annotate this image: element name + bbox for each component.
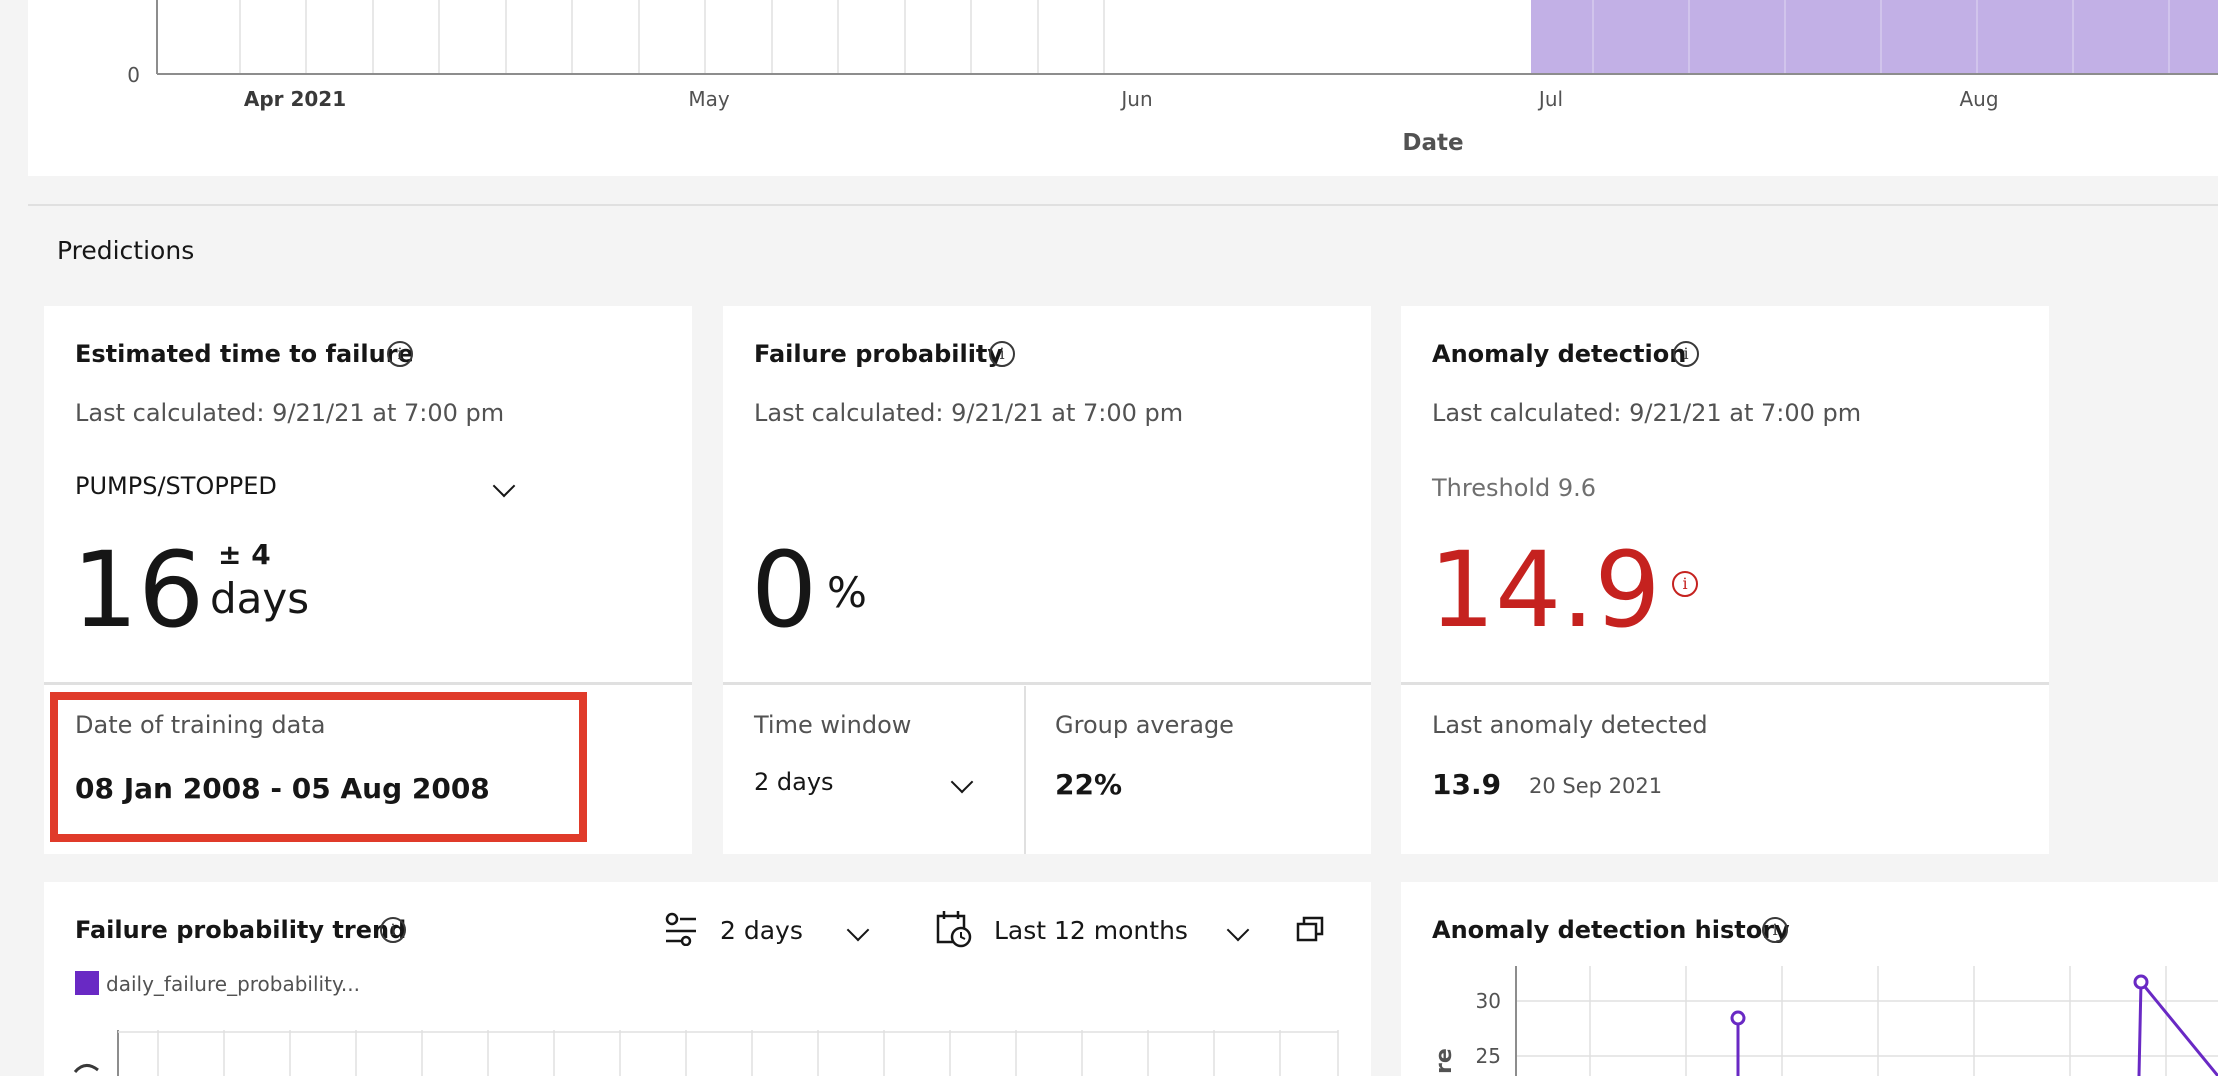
last-anomaly-date: 20 Sep 2021 [1529, 774, 1663, 798]
date-chart: 0 Apr 2021 May Jun Jul Aug Date [127, 0, 2218, 156]
last-anomaly-label: Last anomaly detected [1432, 711, 1708, 739]
ettf-title: Estimated time to failure [75, 340, 414, 368]
failure-probability-value: 0 [751, 529, 818, 651]
legend-swatch [75, 971, 99, 995]
ettf-last-calculated: Last calculated: 9/21/21 at 7:00 pm [75, 399, 505, 427]
chevron-down-icon [1226, 918, 1250, 942]
chart-highlight-region [1531, 0, 2218, 74]
anomaly-history-title: Anomaly detection history [1432, 916, 1790, 944]
trend-chart-grid [73, 1030, 1339, 1076]
card-divider [1401, 682, 2049, 685]
anomaly-history-card: Anomaly detection history i 30 25 re [1401, 882, 2218, 1076]
anomaly-threshold: Threshold 9.6 [1432, 474, 1597, 502]
anomaly-last-calculated: Last calculated: 9/21/21 at 7:00 pm [1432, 399, 1862, 427]
failure-mode-dropdown[interactable]: PUMPS/STOPPED [75, 468, 516, 512]
anomaly-value: 14.9 [1429, 529, 1661, 651]
info-icon[interactable]: i [1762, 917, 1788, 943]
group-average-label: Group average [1055, 711, 1234, 739]
time-window-dropdown[interactable]: 2 days [754, 762, 984, 806]
failure-probability-card: Failure probability i Last calculated: 9… [723, 306, 1371, 854]
failure-probability-last-calculated: Last calculated: 9/21/21 at 7:00 pm [754, 399, 1184, 427]
y-tick-label: 0 [127, 63, 140, 87]
card-divider [723, 682, 1371, 685]
settings-adjust-icon [665, 912, 696, 946]
x-tick-label: Jul [1537, 87, 1563, 111]
ettf-tolerance: ± 4 [218, 538, 271, 571]
group-average-value: 22% [1055, 768, 1123, 801]
x-tick-label: Apr 2021 [244, 87, 346, 111]
time-window-value: 2 days [754, 768, 834, 796]
x-tick-label: Aug [1959, 87, 1998, 111]
chevron-down-icon [846, 918, 870, 942]
chart-gridlines [239, 0, 1105, 74]
failure-mode-value: PUMPS/STOPPED [75, 472, 277, 500]
date-chart-panel: 0 Apr 2021 May Jun Jul Aug Date [28, 0, 2218, 176]
y-tick-label: 30 [1476, 989, 1501, 1013]
trend-range-dropdown[interactable]: Last 12 months [936, 908, 1276, 952]
section-divider [28, 204, 2218, 206]
info-icon[interactable]: i [380, 917, 406, 943]
card-column-divider [1024, 686, 1026, 854]
anomaly-point[interactable] [2133, 974, 2149, 990]
x-tick-label: May [688, 87, 730, 111]
anomaly-series-line [2137, 977, 2218, 1076]
legend-label[interactable]: daily_failure_probability... [106, 972, 360, 996]
ettf-unit: days [210, 574, 310, 623]
predictions-title: Predictions [57, 236, 195, 265]
ettf-value: 16 [72, 529, 205, 651]
card-divider [44, 682, 692, 685]
last-anomaly-value: 13.9 [1432, 768, 1502, 801]
anomaly-point[interactable] [1730, 1010, 1746, 1026]
time-window-label: Time window [754, 711, 912, 739]
anomaly-detection-card: Anomaly detection i Last calculated: 9/2… [1401, 306, 2049, 854]
chevron-down-icon [950, 770, 974, 794]
anomaly-detection-title: Anomaly detection [1432, 340, 1687, 368]
info-icon[interactable]: i [1673, 341, 1699, 367]
trend-window-dropdown[interactable]: 2 days [664, 908, 914, 952]
trend-window-value: 2 days [720, 916, 803, 945]
expand-icon[interactable] [1296, 916, 1324, 944]
x-axis-title: Date [1402, 130, 1463, 156]
warning-info-icon[interactable]: i [1672, 571, 1698, 597]
anomaly-history-chart: 30 25 re [1432, 966, 2218, 1076]
failure-trend-card: Failure probability trend i 2 days Last … [44, 882, 1371, 1076]
y-axis-title: re [1432, 1048, 1457, 1074]
info-icon[interactable]: i [989, 341, 1015, 367]
failure-probability-unit: % [827, 568, 867, 617]
calendar-clock-icon [936, 911, 972, 948]
failure-trend-title: Failure probability trend [75, 916, 407, 944]
info-icon[interactable]: i [387, 341, 413, 367]
chevron-down-icon [492, 474, 516, 498]
annotation-highlight-box [50, 692, 587, 842]
trend-range-value: Last 12 months [994, 916, 1188, 945]
y-tick-label: 25 [1476, 1044, 1501, 1068]
failure-probability-title: Failure probability [754, 340, 1004, 368]
x-tick-label: Jun [1119, 87, 1152, 111]
